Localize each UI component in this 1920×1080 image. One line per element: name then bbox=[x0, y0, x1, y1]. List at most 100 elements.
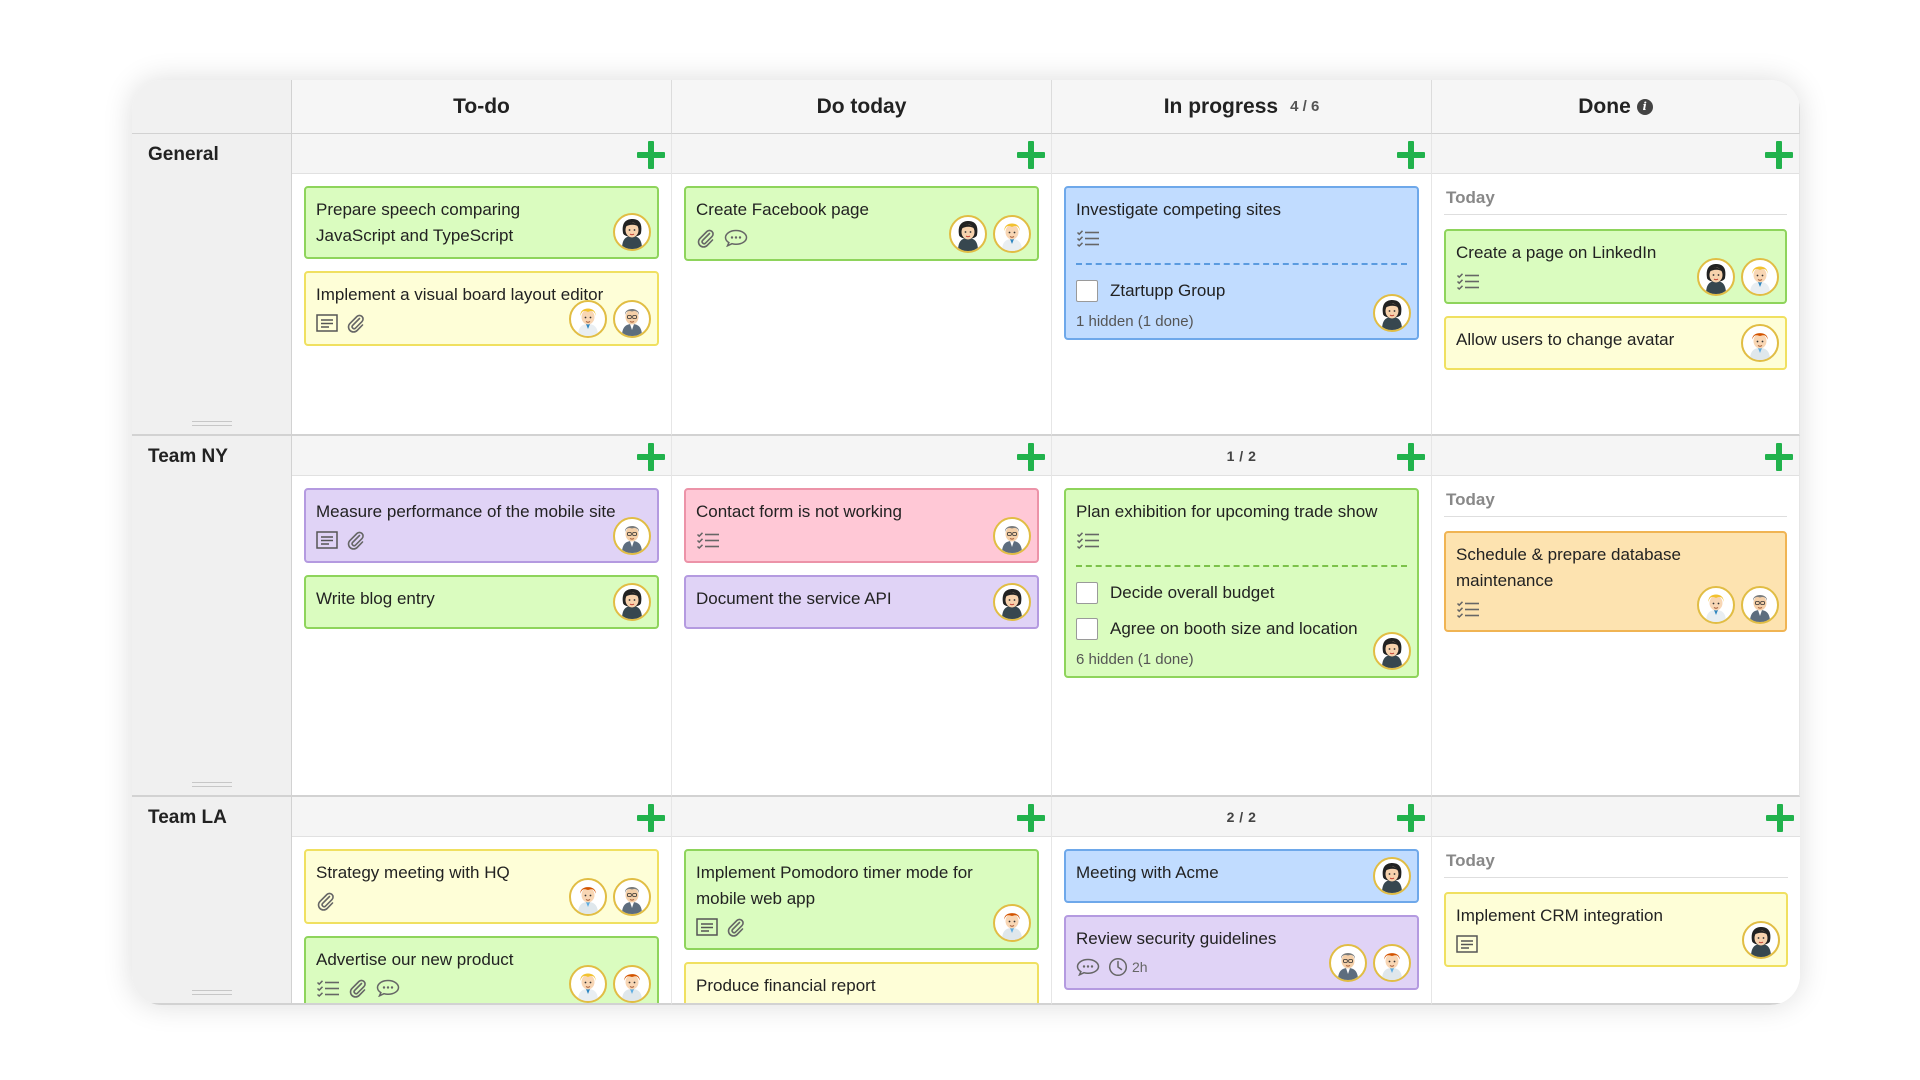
column-header-todo[interactable]: To-do bbox=[292, 80, 672, 134]
task-card[interactable]: Implement CRM integration bbox=[1444, 892, 1788, 967]
card-assignees bbox=[993, 904, 1031, 942]
avatar[interactable] bbox=[1329, 944, 1367, 982]
add-card-button[interactable] bbox=[1017, 443, 1045, 471]
avatar[interactable] bbox=[993, 904, 1031, 942]
add-card-button[interactable] bbox=[1017, 141, 1045, 169]
board-cell-in-progress: 1 / 2 Plan exhibition for upcoming trade… bbox=[1052, 436, 1432, 797]
add-card-button[interactable] bbox=[1017, 804, 1045, 832]
avatar[interactable] bbox=[613, 300, 651, 338]
lane-resize-handle[interactable] bbox=[192, 421, 232, 426]
add-card-button[interactable] bbox=[637, 804, 665, 832]
avatar[interactable] bbox=[613, 878, 651, 916]
checklist-checkbox[interactable] bbox=[1076, 582, 1098, 604]
card-assignees bbox=[1697, 586, 1779, 624]
board-cell-done: Today Implement CRM integration bbox=[1432, 797, 1800, 1005]
card-assignees bbox=[1373, 857, 1411, 895]
lane-resize-handle[interactable] bbox=[192, 990, 232, 995]
add-card-button[interactable] bbox=[637, 443, 665, 471]
avatar[interactable] bbox=[1373, 857, 1411, 895]
card-list: Investigate competing sites Ztartupp Gro… bbox=[1052, 174, 1431, 340]
card-title: Allow users to change avatar bbox=[1456, 330, 1675, 349]
add-card-button[interactable] bbox=[1766, 804, 1794, 832]
avatar[interactable] bbox=[949, 215, 987, 253]
add-card-button[interactable] bbox=[1765, 141, 1793, 169]
avatar[interactable] bbox=[1373, 294, 1411, 332]
swimlane-header[interactable]: Team LA bbox=[132, 797, 292, 1005]
task-card[interactable]: Document the service API bbox=[684, 575, 1039, 629]
column-header-done[interactable]: Done i bbox=[1432, 80, 1800, 134]
avatar[interactable] bbox=[1742, 921, 1780, 959]
card-assignees bbox=[993, 583, 1031, 621]
avatar[interactable] bbox=[1697, 258, 1735, 296]
attachment-icon bbox=[696, 228, 716, 248]
task-card[interactable]: Create Facebook page bbox=[684, 186, 1039, 261]
avatar[interactable] bbox=[1741, 258, 1779, 296]
card-assignees bbox=[569, 965, 651, 1003]
checklist-hidden-count[interactable]: 6 hidden (1 done) bbox=[1076, 651, 1407, 668]
task-card[interactable]: Measure performance of the mobile site bbox=[304, 488, 659, 563]
checklist-checkbox[interactable] bbox=[1076, 618, 1098, 640]
swimlane-header[interactable]: General bbox=[132, 134, 292, 436]
task-card[interactable]: Implement a visual board layout editor bbox=[304, 271, 659, 346]
avatar[interactable] bbox=[1697, 586, 1735, 624]
avatar[interactable] bbox=[569, 965, 607, 1003]
task-card[interactable]: Create a page on LinkedIn bbox=[1444, 229, 1787, 304]
add-card-button[interactable] bbox=[1765, 443, 1793, 471]
card-icons bbox=[1076, 527, 1407, 553]
avatar[interactable] bbox=[1373, 944, 1411, 982]
avatar[interactable] bbox=[613, 965, 651, 1003]
avatar[interactable] bbox=[569, 878, 607, 916]
avatar[interactable] bbox=[993, 215, 1031, 253]
swimlane-title: Team NY bbox=[148, 446, 228, 467]
add-card-button[interactable] bbox=[1397, 804, 1425, 832]
card-title: Meeting with Acme bbox=[1076, 863, 1219, 882]
task-card[interactable]: Prepare speech comparing JavaScript and … bbox=[304, 186, 659, 259]
task-card[interactable]: Schedule & prepare database maintenance bbox=[1444, 531, 1787, 632]
task-card[interactable]: Investigate competing sites Ztartupp Gro… bbox=[1064, 186, 1419, 340]
card-list: Create Facebook page bbox=[672, 174, 1051, 261]
avatar[interactable] bbox=[613, 583, 651, 621]
card-assignees bbox=[613, 583, 651, 621]
task-card[interactable]: Review security guidelines 2h bbox=[1064, 915, 1419, 990]
card-assignees bbox=[993, 517, 1031, 555]
task-card[interactable]: Allow users to change avatar bbox=[1444, 316, 1787, 370]
task-card[interactable]: Plan exhibition for upcoming trade show … bbox=[1064, 488, 1419, 678]
task-card[interactable]: Implement Pomodoro timer mode for mobile… bbox=[684, 849, 1039, 950]
task-card[interactable]: Write blog entry bbox=[304, 575, 659, 629]
checklist-checkbox[interactable] bbox=[1076, 280, 1098, 302]
cell-toolbar bbox=[292, 436, 671, 476]
task-card[interactable]: Advertise our new product bbox=[304, 936, 659, 1003]
card-list: Implement Pomodoro timer mode for mobile… bbox=[672, 837, 1051, 1003]
info-icon[interactable]: i bbox=[1636, 98, 1653, 115]
avatar[interactable] bbox=[993, 517, 1031, 555]
swimlane-title: Team LA bbox=[148, 807, 227, 828]
avatar[interactable] bbox=[993, 583, 1031, 621]
add-card-button[interactable] bbox=[1397, 141, 1425, 169]
card-title: Implement CRM integration bbox=[1456, 906, 1663, 925]
lane-resize-handle[interactable] bbox=[192, 782, 232, 787]
card-list: Strategy meeting with HQ Advertise our n… bbox=[292, 837, 671, 1003]
cell-toolbar bbox=[292, 797, 671, 837]
task-card[interactable]: Produce financial report bbox=[684, 962, 1039, 1003]
avatar[interactable] bbox=[613, 213, 651, 251]
swimlane-header[interactable]: Team NY bbox=[132, 436, 292, 797]
column-header-in-progress[interactable]: In progress 4 / 6 bbox=[1052, 80, 1432, 134]
task-card[interactable]: Meeting with Acme bbox=[1064, 849, 1419, 903]
card-list: Prepare speech comparing JavaScript and … bbox=[292, 174, 671, 346]
column-header-do-today[interactable]: Do today bbox=[672, 80, 1052, 134]
checklist-hidden-count[interactable]: 1 hidden (1 done) bbox=[1076, 313, 1407, 330]
cell-toolbar bbox=[672, 797, 1051, 837]
checklist-icon bbox=[696, 531, 720, 549]
add-card-button[interactable] bbox=[637, 141, 665, 169]
avatar[interactable] bbox=[613, 517, 651, 555]
task-card[interactable]: Strategy meeting with HQ bbox=[304, 849, 659, 924]
cell-toolbar bbox=[1432, 134, 1799, 174]
add-card-button[interactable] bbox=[1397, 443, 1425, 471]
card-icons bbox=[696, 914, 1027, 940]
avatar[interactable] bbox=[1741, 586, 1779, 624]
avatar[interactable] bbox=[1373, 632, 1411, 670]
avatar[interactable] bbox=[1741, 324, 1779, 362]
avatar[interactable] bbox=[569, 300, 607, 338]
kanban-board-frame: To-do Do today In progress 4 / 6 Done i … bbox=[132, 80, 1800, 1005]
task-card[interactable]: Contact form is not working bbox=[684, 488, 1039, 563]
